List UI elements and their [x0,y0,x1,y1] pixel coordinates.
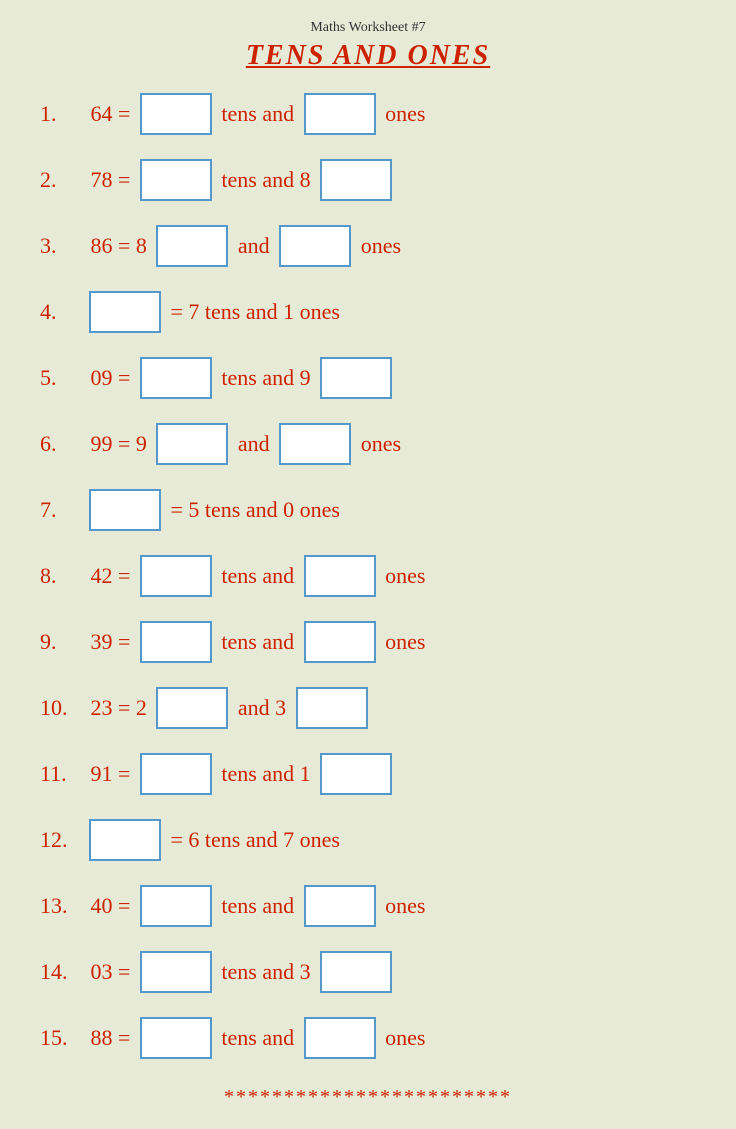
answer-box[interactable] [140,93,212,135]
problem-text: ones [355,431,406,457]
answer-box[interactable] [140,159,212,201]
answer-box[interactable] [320,357,392,399]
problem-row: 5. 09 = tens and 9 [40,350,696,406]
problem-text: 86 = 8 [85,233,152,259]
problem-row: 13. 40 = tens and ones [40,878,696,934]
problem-number: 15. [40,1025,85,1051]
worksheet-title: TENS AND ONES [40,40,696,72]
problem-row: 9. 39 = tens and ones [40,614,696,670]
problem-number: 5. [40,365,85,391]
problem-text: 40 = [85,893,136,919]
answer-box[interactable] [296,687,368,729]
problem-row: 7. = 5 tens and 0 ones [40,482,696,538]
problem-row: 8. 42 = tens and ones [40,548,696,604]
problem-text: tens and [216,101,300,127]
problem-number: 9. [40,629,85,655]
problem-number: 11. [40,761,85,787]
answer-box[interactable] [89,819,161,861]
problem-row: 4. = 7 tens and 1 ones [40,284,696,340]
answer-box[interactable] [304,93,376,135]
answer-box[interactable] [156,687,228,729]
problem-row: 6. 99 = 9 and ones [40,416,696,472]
problem-text: tens and [216,629,300,655]
problem-row: 10. 23 = 2 and 3 [40,680,696,736]
answer-box[interactable] [156,423,228,465]
problem-text: 64 = [85,101,136,127]
problem-number: 7. [40,497,85,523]
problems-container: 1. 64 = tens and ones 2. 78 = tens and 8… [40,86,696,1066]
problem-text: and [232,233,275,259]
problem-text: tens and 3 [216,959,316,985]
problem-text: = 6 tens and 7 ones [165,827,345,853]
answer-box[interactable] [304,885,376,927]
answer-box[interactable] [320,951,392,993]
problem-text: tens and 8 [216,167,316,193]
problem-text: 39 = [85,629,136,655]
problem-text: 23 = 2 [85,695,152,721]
answer-box[interactable] [140,621,212,663]
problem-text: 03 = [85,959,136,985]
page-header: Maths Worksheet #7 TENS AND ONES [40,20,696,72]
problem-text: tens and 9 [216,365,316,391]
answer-box[interactable] [156,225,228,267]
problem-row: 2. 78 = tens and 8 [40,152,696,208]
problem-text: 88 = [85,1025,136,1051]
problem-text: 78 = [85,167,136,193]
problem-number: 14. [40,959,85,985]
problem-text: 99 = 9 [85,431,152,457]
problem-text: ones [380,563,431,589]
answer-box[interactable] [140,951,212,993]
worksheet-subtitle: Maths Worksheet #7 [40,20,696,36]
problem-text: tens and 1 [216,761,316,787]
problem-text: ones [380,893,431,919]
problem-row: 1. 64 = tens and ones [40,86,696,142]
problem-number: 8. [40,563,85,589]
problem-number: 4. [40,299,85,325]
problem-number: 13. [40,893,85,919]
answer-box[interactable] [279,225,351,267]
problem-text: 42 = [85,563,136,589]
problem-number: 10. [40,695,85,721]
problem-row: 14. 03 = tens and 3 [40,944,696,1000]
answer-box[interactable] [304,621,376,663]
problem-text: ones [355,233,406,259]
answer-box[interactable] [140,357,212,399]
problem-number: 1. [40,101,85,127]
answer-box[interactable] [304,555,376,597]
answer-box[interactable] [140,753,212,795]
answer-box[interactable] [89,291,161,333]
answer-box[interactable] [279,423,351,465]
problem-text: tens and [216,1025,300,1051]
answer-box[interactable] [304,1017,376,1059]
problem-text: ones [380,629,431,655]
problem-text: tens and [216,563,300,589]
problem-text: 91 = [85,761,136,787]
answer-box[interactable] [140,1017,212,1059]
problem-text: 09 = [85,365,136,391]
problem-number: 2. [40,167,85,193]
answer-box[interactable] [89,489,161,531]
problem-number: 12. [40,827,85,853]
answer-box[interactable] [140,885,212,927]
problem-text: ones [380,101,431,127]
problem-number: 6. [40,431,85,457]
problem-row: 15. 88 = tens and ones [40,1010,696,1066]
problem-row: 3. 86 = 8 and ones [40,218,696,274]
answer-box[interactable] [140,555,212,597]
problem-text: and 3 [232,695,291,721]
answer-box[interactable] [320,159,392,201]
problem-text: ones [380,1025,431,1051]
problem-row: 11. 91 = tens and 1 [40,746,696,802]
problem-text: = 7 tens and 1 ones [165,299,345,325]
problem-text: tens and [216,893,300,919]
footer-stars: ************************ [40,1086,696,1109]
problem-row: 12. = 6 tens and 7 ones [40,812,696,868]
problem-text: = 5 tens and 0 ones [165,497,345,523]
answer-box[interactable] [320,753,392,795]
problem-number: 3. [40,233,85,259]
problem-text: and [232,431,275,457]
